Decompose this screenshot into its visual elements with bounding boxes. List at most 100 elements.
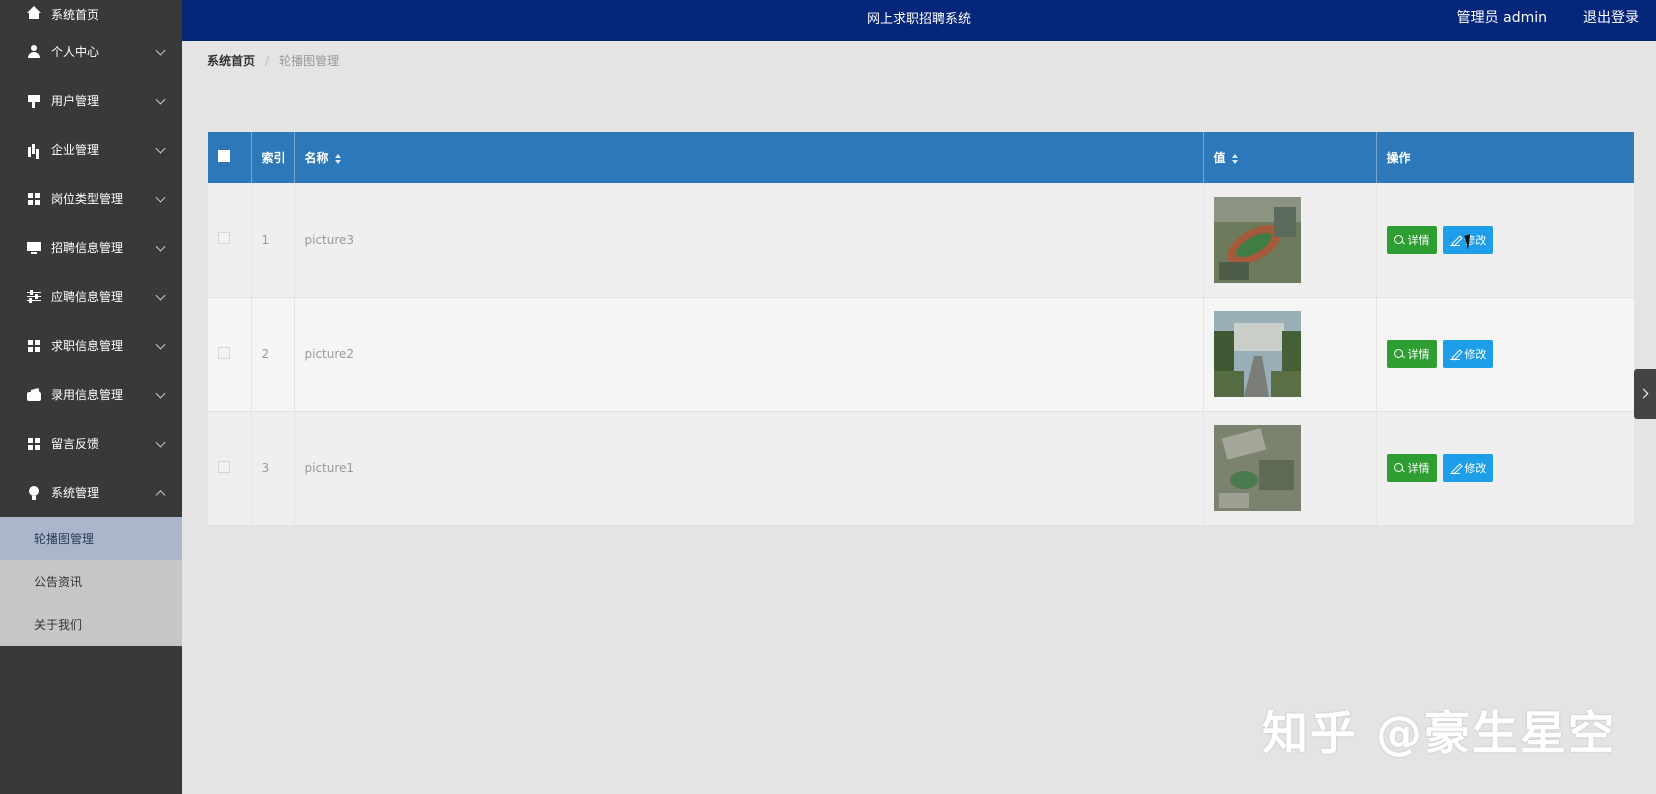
chevron-down-icon [155, 94, 166, 105]
edit-icon [1450, 235, 1461, 246]
sidebar-item-feedback[interactable]: 留言反馈 [0, 419, 182, 468]
detail-button-label: 详情 [1407, 348, 1430, 361]
select-all-checkbox[interactable] [218, 150, 230, 162]
table-row: 2 picture2 详情 修改 [208, 297, 1634, 412]
chevron-down-icon [155, 437, 166, 448]
sidebar-item-label: 录用信息管理 [51, 388, 124, 402]
row-checkbox[interactable] [218, 460, 230, 473]
bar-chart-icon [27, 143, 41, 157]
search-icon [1393, 463, 1404, 473]
row-actions: 详情 修改 [1376, 297, 1634, 412]
column-header-value-label: 值 [1213, 151, 1226, 165]
current-user: 管理员 admin [1456, 10, 1547, 26]
row-index: 2 [251, 297, 295, 412]
side-panel-toggle[interactable] [1634, 369, 1656, 419]
row-checkbox[interactable] [218, 232, 230, 245]
app-title: 网上求职招聘系统 [866, 12, 971, 27]
user-icon [27, 44, 41, 59]
row-select-cell [208, 411, 252, 526]
chevron-down-icon [155, 192, 166, 203]
monitor-icon [27, 241, 41, 255]
sliders-icon [27, 289, 41, 304]
column-header-index: 索引 [251, 132, 295, 183]
row-select-cell [208, 297, 252, 412]
wallet-icon [27, 388, 41, 402]
row-name: picture2 [294, 297, 1204, 412]
detail-button-label: 详情 [1407, 233, 1430, 247]
sidebar-item-label: 系统管理 [51, 486, 100, 500]
edit-icon [1450, 349, 1461, 360]
watermark: 知乎 @豪生星空 [1261, 706, 1616, 760]
row-value-cell [1203, 297, 1377, 412]
column-header-value[interactable]: 值 [1203, 132, 1377, 183]
edit-icon [1450, 463, 1461, 474]
sidebar-item-application-info[interactable]: 应聘信息管理 [0, 272, 182, 321]
row-index: 3 [251, 411, 295, 526]
sidebar-item-system-management[interactable]: 系统管理 [0, 468, 182, 517]
chevron-down-icon [155, 45, 166, 56]
flag-icon [27, 94, 41, 108]
column-header-name-label: 名称 [304, 151, 329, 165]
submenu-item-about-us[interactable]: 关于我们 [0, 603, 182, 646]
row-index: 1 [251, 183, 295, 298]
row-value-cell [1203, 411, 1377, 526]
search-icon [1393, 349, 1404, 359]
submenu-system-management: 轮播图管理 公告资讯 关于我们 [0, 517, 182, 646]
table-row: 3 picture1 详情 修改 [208, 411, 1634, 526]
edit-button[interactable]: 修改 [1443, 340, 1494, 368]
home-icon [27, 6, 41, 20]
sidebar-item-label: 系统首页 [51, 8, 100, 22]
column-header-name[interactable]: 名称 [294, 132, 1204, 183]
submenu-item-carousel[interactable]: 轮播图管理 [0, 517, 182, 560]
bulb-icon [27, 485, 41, 500]
sidebar-item-label: 招聘信息管理 [51, 241, 124, 255]
sidebar-item-job-seeking-info[interactable]: 求职信息管理 [0, 321, 182, 370]
sidebar-item-home[interactable]: 系统首页 [0, 0, 182, 27]
breadcrumb-current: 轮播图管理 [279, 54, 340, 68]
sort-icon[interactable] [334, 153, 342, 164]
chevron-down-icon [155, 241, 166, 252]
chevron-down-icon [155, 290, 166, 301]
sidebar-item-job-type-management[interactable]: 岗位类型管理 [0, 174, 182, 223]
sidebar-item-personal-center[interactable]: 个人中心 [0, 27, 182, 76]
row-checkbox[interactable] [218, 346, 230, 359]
search-icon [1393, 234, 1404, 245]
row-value-cell [1203, 183, 1377, 298]
sidebar-item-label: 应聘信息管理 [51, 290, 124, 304]
edit-button[interactable]: 修改 [1443, 454, 1494, 482]
grid-icon [27, 437, 41, 451]
carousel-thumbnail [1213, 425, 1301, 511]
carousel-table: 索引 名称 值 操作 1 picture3 详情 修改 2 picture2 详… [208, 132, 1634, 526]
breadcrumb-home[interactable]: 系统首页 [207, 52, 255, 69]
detail-button[interactable]: 详情 [1386, 454, 1437, 482]
sidebar-item-hiring-info[interactable]: 录用信息管理 [0, 370, 182, 419]
sidebar-item-recruitment-info[interactable]: 招聘信息管理 [0, 223, 182, 272]
row-actions: 详情 修改 [1376, 183, 1634, 298]
grid-icon [27, 192, 41, 206]
sidebar-item-label: 留言反馈 [51, 437, 100, 451]
table-row: 1 picture3 详情 修改 [208, 183, 1634, 298]
chevron-up-icon [155, 489, 166, 500]
top-header: 网上求职招聘系统 管理员 admin 退出登录 [182, 0, 1656, 41]
edit-button-label: 修改 [1464, 462, 1487, 475]
column-header-actions: 操作 [1386, 151, 1411, 165]
detail-button-label: 详情 [1407, 462, 1430, 475]
grid-icon [27, 339, 41, 353]
submenu-item-announcements[interactable]: 公告资讯 [0, 560, 182, 603]
sidebar: 系统首页 个人中心 用户管理 企业管理 岗位类型管理 招聘信息管理 应聘信息管理… [0, 0, 182, 794]
breadcrumb: 系统首页 / 轮播图管理 [207, 52, 339, 69]
chevron-down-icon [155, 339, 166, 350]
sidebar-item-user-management[interactable]: 用户管理 [0, 76, 182, 125]
row-actions: 详情 修改 [1376, 411, 1634, 526]
detail-button[interactable]: 详情 [1386, 340, 1437, 368]
chevron-down-icon [155, 143, 166, 154]
sidebar-item-company-management[interactable]: 企业管理 [0, 125, 182, 174]
sidebar-item-label: 企业管理 [51, 143, 100, 157]
detail-button[interactable]: 详情 [1386, 225, 1437, 254]
table-header-row: 索引 名称 值 操作 [208, 132, 1634, 183]
sidebar-item-label: 个人中心 [51, 45, 100, 59]
row-select-cell [208, 183, 252, 298]
sort-icon[interactable] [1231, 153, 1239, 164]
logout-link[interactable]: 退出登录 [1583, 7, 1639, 27]
row-name: picture3 [294, 183, 1204, 298]
